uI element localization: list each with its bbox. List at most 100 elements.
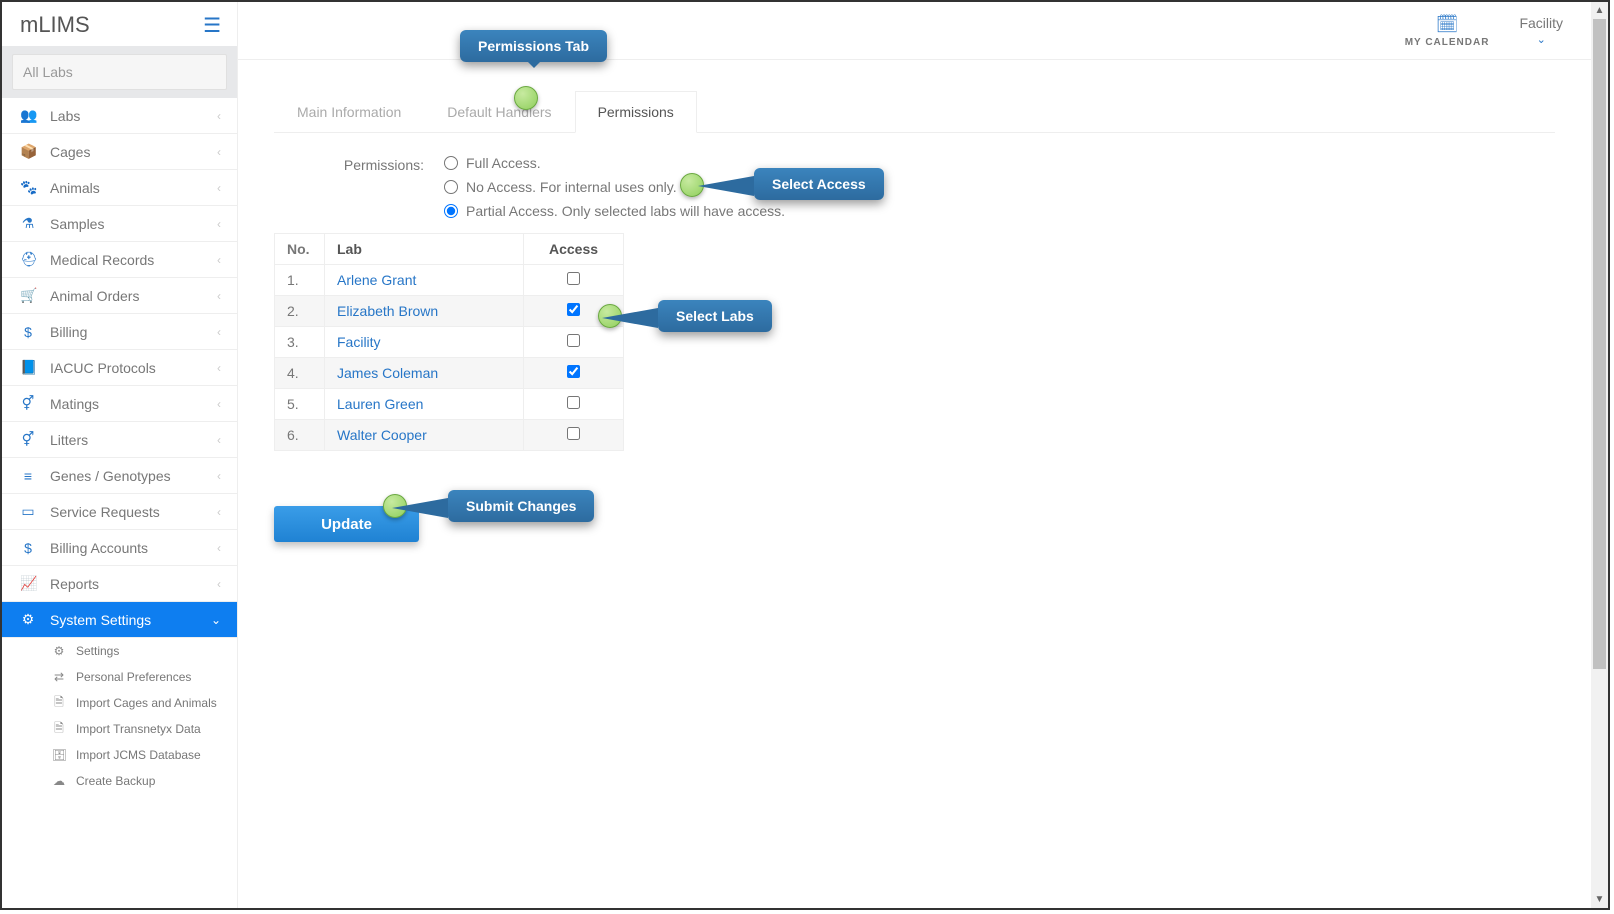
chevron-left-icon: ‹ bbox=[217, 325, 221, 339]
update-button[interactable]: Update bbox=[274, 506, 419, 542]
subnav-item-settings[interactable]: ⚙Settings bbox=[2, 638, 237, 664]
subnav-item-import-jcms-database[interactable]: 🗄Import JCMS Database bbox=[2, 742, 237, 768]
lab-link[interactable]: Lauren Green bbox=[337, 396, 423, 412]
tab-permissions[interactable]: Permissions bbox=[575, 91, 697, 133]
window-frame: mLIMS ☰ 👥Labs‹📦Cages‹🐾Animals‹ ⚗ Samples ‹ ⛑… bbox=[0, 0, 1610, 910]
sidebar-item-billing-accounts[interactable]: $Billing Accounts‹ bbox=[2, 530, 237, 566]
sidebar-item-matings[interactable]: ⚥Matings‹ bbox=[2, 386, 237, 422]
tab-main-information[interactable]: Main Information bbox=[274, 91, 424, 133]
chevron-left-icon: ‹ bbox=[217, 361, 221, 375]
scroll-arrow-up-icon[interactable]: ▲ bbox=[1591, 2, 1608, 19]
nav-icon: $ bbox=[20, 540, 36, 556]
nav-label: Animal Orders bbox=[50, 288, 139, 304]
sidebar-item-litters[interactable]: ⚥Litters‹ bbox=[2, 422, 237, 458]
chevron-left-icon: ‹ bbox=[217, 217, 221, 231]
nav-icon: 📈 bbox=[20, 575, 36, 592]
my-calendar-button[interactable]: 🗓 MY CALENDAR bbox=[1405, 14, 1490, 48]
sidebar-item-labs[interactable]: 👥Labs‹ bbox=[2, 98, 237, 134]
tabs-row: Main InformationDefault HandlersPermissi… bbox=[274, 90, 1555, 133]
sidebar-item-billing[interactable]: $ Billing ‹ bbox=[2, 314, 237, 350]
nav-label: IACUC Protocols bbox=[50, 360, 156, 376]
permission-option-1[interactable]: No Access. For internal uses only. bbox=[444, 179, 785, 195]
row-lab: Facility bbox=[325, 327, 524, 358]
row-access bbox=[524, 327, 624, 358]
lab-link[interactable]: Elizabeth Brown bbox=[337, 303, 438, 319]
app-container: mLIMS ☰ 👥Labs‹📦Cages‹🐾Animals‹ ⚗ Samples ‹ ⛑… bbox=[2, 2, 1591, 908]
content-area: Main InformationDefault HandlersPermissi… bbox=[238, 60, 1591, 578]
access-checkbox[interactable] bbox=[567, 272, 580, 285]
sidebar-item-system-settings[interactable]: ⚙System Settings⌄ bbox=[2, 602, 237, 638]
nav-icon: ⛑ bbox=[20, 251, 36, 268]
lab-link[interactable]: James Coleman bbox=[337, 365, 438, 381]
access-checkbox[interactable] bbox=[567, 427, 580, 440]
access-checkbox[interactable] bbox=[567, 303, 580, 316]
access-checkbox[interactable] bbox=[567, 365, 580, 378]
sidebar-nav: 👥Labs‹📦Cages‹🐾Animals‹ ⚗ Samples ‹ ⛑ Medical … bbox=[2, 98, 237, 638]
nav-icon: ▭ bbox=[20, 503, 36, 520]
tab-default-handlers[interactable]: Default Handlers bbox=[424, 91, 574, 133]
sidebar-item-medical-records[interactable]: ⛑Medical Records‹ bbox=[2, 242, 237, 278]
permissions-radio-row: Permissions: Full Access. No Access. For … bbox=[274, 155, 1555, 219]
scroll-arrow-down-icon[interactable]: ▼ bbox=[1591, 891, 1608, 908]
sidebar-item-cages[interactable]: 📦Cages‹ bbox=[2, 134, 237, 170]
nav-label: Cages bbox=[50, 144, 90, 160]
row-number: 4. bbox=[275, 358, 325, 389]
sidebar: mLIMS ☰ 👥Labs‹📦Cages‹🐾Animals‹ ⚗ Samples ‹ ⛑… bbox=[2, 2, 238, 908]
sidebar-item-genes-genotypes[interactable]: ≡Genes / Genotypes‹ bbox=[2, 458, 237, 494]
permission-radio-1[interactable] bbox=[444, 180, 458, 194]
permission-radio-2[interactable] bbox=[444, 204, 458, 218]
subnav-label: Import Cages and Animals bbox=[76, 696, 217, 710]
sidebar-item-service-requests[interactable]: ▭Service Requests‹ bbox=[2, 494, 237, 530]
sidebar-item-iacuc-protocols[interactable]: 📘IACUC Protocols‹ bbox=[2, 350, 237, 386]
labs-search-input[interactable] bbox=[12, 54, 227, 90]
nav-label: Billing bbox=[50, 324, 87, 340]
chevron-down-icon: ⌄ bbox=[1537, 33, 1546, 46]
scrollbar-thumb[interactable] bbox=[1593, 19, 1606, 669]
subnav-label: Import Transnetyx Data bbox=[76, 722, 201, 736]
subnav-item-import-transnetyx-data[interactable]: 🗎Import Transnetyx Data bbox=[2, 716, 237, 742]
sidebar-item-reports[interactable]: 📈Reports‹ bbox=[2, 566, 237, 602]
sidebar-item-samples[interactable]: ⚗ Samples ‹ bbox=[2, 206, 237, 242]
nav-icon: $ bbox=[20, 324, 36, 340]
permissions-form: Permissions: Full Access. No Access. For … bbox=[274, 133, 1555, 542]
lab-link[interactable]: Arlene Grant bbox=[337, 272, 416, 288]
row-access bbox=[524, 265, 624, 296]
sidebar-item-animals[interactable]: 🐾Animals‹ bbox=[2, 170, 237, 206]
hamburger-icon[interactable]: ☰ bbox=[203, 13, 221, 38]
nav-icon: ⚗ bbox=[20, 215, 36, 232]
vertical-scrollbar[interactable]: ▲ ▼ bbox=[1591, 2, 1608, 908]
access-checkbox[interactable] bbox=[567, 396, 580, 409]
row-number: 6. bbox=[275, 420, 325, 451]
lab-link[interactable]: Facility bbox=[337, 334, 381, 350]
nav-icon: 🐾 bbox=[20, 179, 36, 196]
subnav-label: Import JCMS Database bbox=[76, 748, 201, 762]
facility-dropdown-label: Facility bbox=[1519, 15, 1563, 31]
row-lab: Elizabeth Brown bbox=[325, 296, 524, 327]
subnav-item-create-backup[interactable]: ☁Create Backup bbox=[2, 768, 237, 794]
permissions-label: Permissions: bbox=[274, 155, 424, 173]
row-access bbox=[524, 296, 624, 327]
permission-option-0[interactable]: Full Access. bbox=[444, 155, 785, 171]
subnav-item-import-cages-and-animals[interactable]: 🗎Import Cages and Animals bbox=[2, 690, 237, 716]
subnav-item-personal-preferences[interactable]: ⇄Personal Preferences bbox=[2, 664, 237, 690]
table-header-no-: No. bbox=[275, 234, 325, 265]
access-checkbox[interactable] bbox=[567, 334, 580, 347]
subnav-label: Settings bbox=[76, 644, 119, 658]
row-number: 1. bbox=[275, 265, 325, 296]
nav-label: Samples bbox=[50, 216, 104, 232]
main-area: 🗓 MY CALENDAR Facility ⌄ Main Informatio… bbox=[238, 2, 1591, 908]
permission-radio-0[interactable] bbox=[444, 156, 458, 170]
subnav-label: Personal Preferences bbox=[76, 670, 191, 684]
sidebar-header: mLIMS ☰ bbox=[2, 2, 237, 46]
lab-link[interactable]: Walter Cooper bbox=[337, 427, 427, 443]
sidebar-subnav: ⚙Settings⇄Personal Preferences🗎Import Ca… bbox=[2, 638, 237, 794]
sidebar-item-animal-orders[interactable]: 🛒Animal Orders‹ bbox=[2, 278, 237, 314]
labs-access-table: No.LabAccess 1.Arlene Grant2.Elizabeth B… bbox=[274, 233, 624, 451]
facility-dropdown[interactable]: Facility ⌄ bbox=[1519, 15, 1563, 46]
table-row: 5.Lauren Green bbox=[275, 389, 624, 420]
chevron-left-icon: ‹ bbox=[217, 577, 221, 591]
nav-label: Medical Records bbox=[50, 252, 154, 268]
top-bar: 🗓 MY CALENDAR Facility ⌄ bbox=[238, 2, 1591, 60]
sidebar-search-wrap bbox=[2, 46, 237, 98]
permission-option-2[interactable]: Partial Access. Only selected labs will … bbox=[444, 203, 785, 219]
